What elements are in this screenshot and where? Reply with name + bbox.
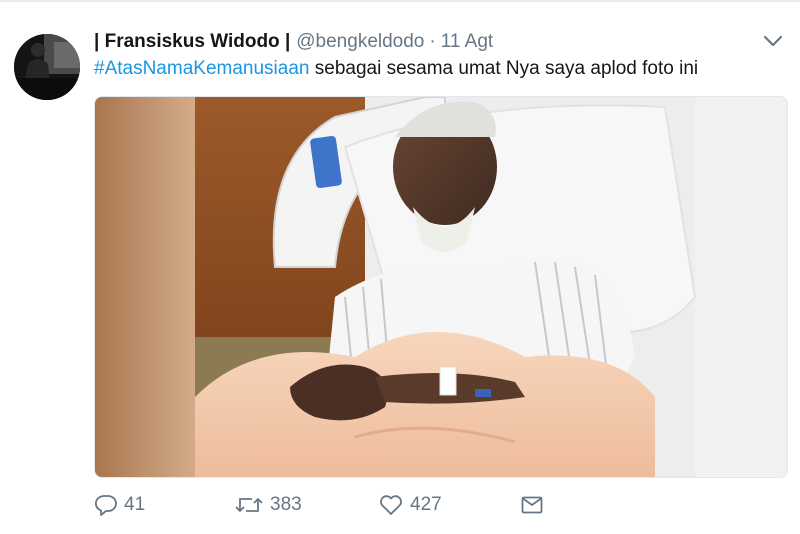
heart-icon <box>380 495 402 515</box>
retweet-button[interactable]: 383 <box>234 490 302 520</box>
tweet-actions: 41 383 427 <box>94 490 694 520</box>
separator: · <box>429 31 436 52</box>
profile-avatar[interactable] <box>14 34 80 100</box>
tweet-date[interactable]: 11 Agt <box>441 31 493 53</box>
tweet-body: sebagai sesama umat Nya saya aplod foto … <box>309 58 699 79</box>
user-handle[interactable]: @bengkeldodo <box>296 31 424 53</box>
reply-count: 41 <box>124 494 146 515</box>
chevron-down-icon[interactable] <box>762 32 784 50</box>
reply-button[interactable]: 41 <box>94 490 145 520</box>
like-button[interactable]: 427 <box>378 490 442 520</box>
hashtag-link[interactable]: #AtasNamaKemanusiaan <box>94 58 309 79</box>
tweet[interactable]: | Fransiskus Widodo | @bengkeldodo · 11 … <box>0 2 800 534</box>
retweet-icon <box>235 498 263 512</box>
reply-icon <box>95 495 117 516</box>
display-name[interactable]: | Fransiskus Widodo | <box>94 31 290 53</box>
like-count: 427 <box>410 494 442 515</box>
message-icon <box>521 496 543 514</box>
tweet-text: #AtasNamaKemanusiaan sebagai sesama umat… <box>94 58 698 80</box>
retweet-count: 383 <box>270 494 302 515</box>
tweet-header: | Fransiskus Widodo | @bengkeldodo · 11 … <box>94 30 493 54</box>
tweet-photo[interactable] <box>94 96 788 478</box>
direct-message-button[interactable] <box>520 490 550 520</box>
